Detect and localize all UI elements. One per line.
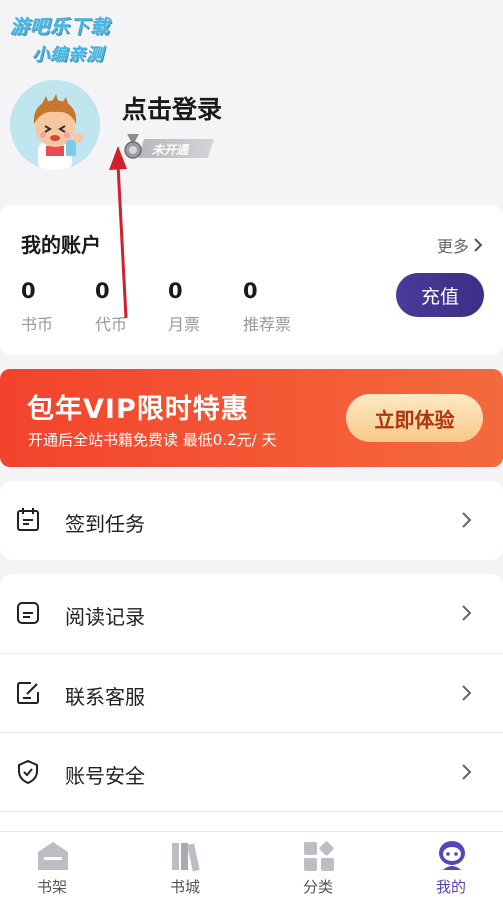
menu-label: 账号安全 <box>65 764 145 788</box>
stat-label: 月票 <box>168 315 201 334</box>
tab-mine[interactable]: 我的 <box>401 832 501 897</box>
bottom-tab-bar: 书架 书城 分类 我的 <box>0 831 503 897</box>
watermark-line-1: 游吧乐下载 <box>10 16 111 38</box>
login-prompt[interactable]: 点击登录 <box>122 90 222 126</box>
stat-value: 0 <box>168 279 183 303</box>
stat-monthly-tickets[interactable]: 0 月票 <box>168 279 200 335</box>
vip-promo-banner[interactable]: 包年VIP限时特惠 开通后全站书籍免费读 最低0.2元/ 天 立即体验 <box>0 369 503 467</box>
cartoon-boy-avatar-icon <box>10 80 100 170</box>
menu-label: 联系客服 <box>65 685 145 709</box>
chevron-right-icon <box>462 764 472 780</box>
vip-try-button[interactable]: 立即体验 <box>346 394 483 442</box>
tab-label: 书城 <box>169 878 200 896</box>
profile-header: 点击登录 未开通 <box>0 70 503 190</box>
menu-item-account-security[interactable]: 账号安全 <box>0 733 503 812</box>
vip-title: 包年VIP限时特惠 <box>27 394 249 425</box>
watermark-logo: 游吧乐下载 小编亲测 <box>10 12 145 65</box>
stat-label: 代币 <box>95 315 128 334</box>
books-icon <box>172 843 200 872</box>
stat-value: 0 <box>21 279 36 303</box>
account-card: 我的账户 更多 0 书币 0 代币 0 月票 0 推荐票 充值 <box>0 205 503 355</box>
edit-icon <box>17 682 39 704</box>
watermark-line-2: 小编亲测 <box>32 45 104 65</box>
chevron-right-icon <box>462 685 472 701</box>
shield-icon <box>18 759 38 785</box>
tab-label: 分类 <box>302 878 333 896</box>
divider <box>0 811 503 812</box>
document-icon <box>17 602 39 624</box>
stat-value: 0 <box>243 279 258 303</box>
chevron-right-icon <box>462 512 472 528</box>
vip-status-badge: 未开通 <box>122 134 214 160</box>
menu-item-signin-tasks[interactable]: 签到任务 <box>0 481 503 560</box>
account-title: 我的账户 <box>21 233 101 257</box>
menu-item-customer-service[interactable]: 联系客服 <box>0 654 503 733</box>
bookshelf-icon <box>38 842 68 870</box>
chevron-right-icon <box>474 238 483 252</box>
stat-book-coins[interactable]: 0 书币 <box>21 279 53 335</box>
chevron-right-icon <box>462 605 472 621</box>
menu-card-main: 阅读记录 联系客服 账号安全 <box>0 574 503 831</box>
stat-label: 书币 <box>21 315 54 334</box>
menu-card-tasks: 签到任务 <box>0 481 503 560</box>
category-icon <box>304 841 334 871</box>
tab-category[interactable]: 分类 <box>268 832 368 897</box>
calendar-icon <box>17 508 39 531</box>
profile-icon <box>439 841 465 870</box>
stat-recommend-tickets[interactable]: 0 推荐票 <box>243 279 291 335</box>
vip-subtitle: 开通后全站书籍免费读 最低0.2元/ 天 <box>28 431 277 449</box>
menu-label: 阅读记录 <box>65 605 145 629</box>
account-more-link[interactable]: 更多 <box>437 233 483 257</box>
menu-item-reading-history[interactable]: 阅读记录 <box>0 574 503 653</box>
tab-bookstore[interactable]: 书城 <box>135 832 235 897</box>
stat-tokens[interactable]: 0 代币 <box>95 279 127 335</box>
tab-label: 我的 <box>435 878 466 896</box>
avatar[interactable] <box>10 80 100 170</box>
tab-label: 书架 <box>36 878 67 896</box>
stat-label: 推荐票 <box>243 315 292 334</box>
menu-label: 签到任务 <box>65 512 145 536</box>
account-more-label: 更多 <box>436 237 469 256</box>
recharge-button[interactable]: 充值 <box>396 273 484 317</box>
medal-icon <box>124 134 142 159</box>
badge-text: 未开通 <box>152 143 189 157</box>
tab-bookshelf[interactable]: 书架 <box>2 832 102 897</box>
stat-value: 0 <box>95 279 110 303</box>
